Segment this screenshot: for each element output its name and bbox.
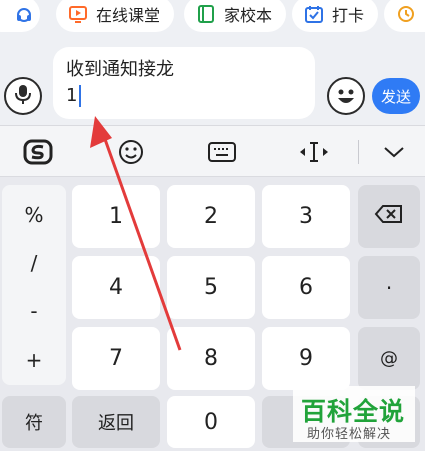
annotation-arrow-shaft [99, 127, 182, 351]
watermark: 百科全说 助你轻松解决 [293, 386, 415, 442]
annotation-arrow [90, 116, 182, 351]
annotation-arrow-head [90, 116, 112, 148]
watermark-subtitle: 助你轻松解决 [307, 427, 392, 442]
screen: 在线课堂 家校本 打卡 收到通知接龙 1 发送 % / - + 1 2 3 4 … [0, 0, 425, 451]
